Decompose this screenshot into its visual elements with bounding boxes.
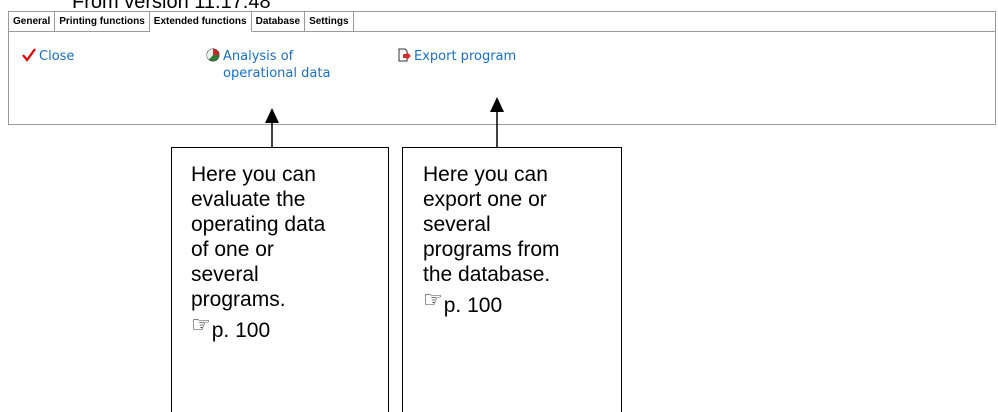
callout-export-text: Here you can export one or several progr… (423, 163, 560, 286)
pointing-hand-icon: ☞ (423, 288, 443, 313)
page-reference: ☞ p. 100 (191, 313, 388, 343)
page-reference: ☞ p. 100 (423, 288, 621, 318)
callout-export: Here you can export one or several progr… (402, 147, 622, 412)
page-reference-text: p. 100 (211, 319, 271, 342)
arrow-head-analysis (265, 108, 279, 123)
arrow-head-export (490, 97, 504, 112)
page-reference-text: p. 100 (443, 294, 503, 317)
pointing-hand-icon: ☞ (191, 313, 211, 338)
callout-analysis-text: Here you can evaluate the operating data… (191, 163, 326, 311)
callout-analysis: Here you can evaluate the operating data… (171, 147, 389, 412)
